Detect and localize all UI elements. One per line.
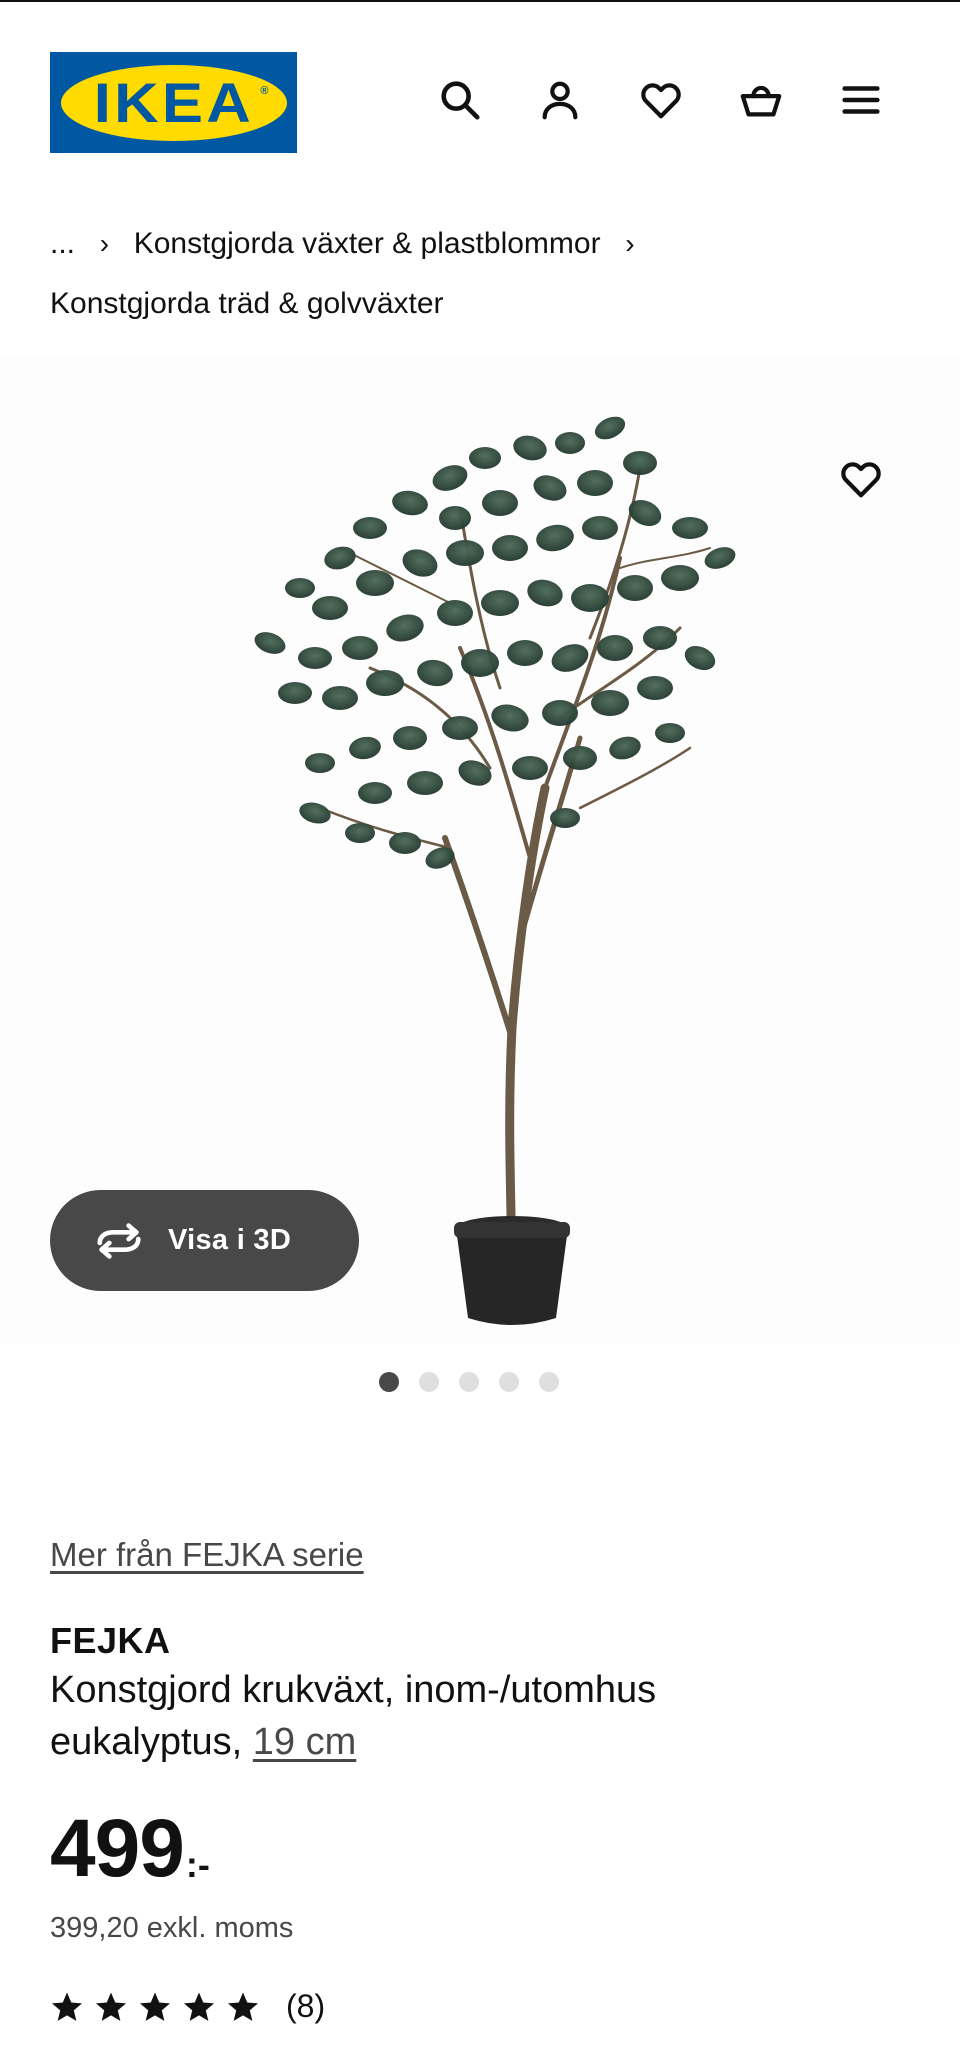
basket-button[interactable] xyxy=(733,72,789,128)
product-description-line1: Konstgjord krukväxt, inom-/utomhus xyxy=(50,1669,657,1711)
series-link[interactable]: Mer från FEJKA serie xyxy=(50,1536,364,1574)
add-to-wishlist-button[interactable] xyxy=(833,451,889,507)
product-rating[interactable]: (8) xyxy=(50,1988,325,2025)
gallery-dot[interactable] xyxy=(419,1372,439,1392)
star-icon xyxy=(95,1992,127,2021)
breadcrumb-ellipsis[interactable]: ... xyxy=(50,227,75,260)
ikea-logo[interactable]: IKEA ® xyxy=(50,52,297,153)
search-button[interactable] xyxy=(432,72,488,128)
logo-oval: IKEA ® xyxy=(60,64,287,141)
wishlist-button[interactable] xyxy=(633,72,689,128)
breadcrumb-item-artificial-plants[interactable]: Konstgjorda växter & plastblommor xyxy=(134,227,601,260)
rotate-3d-icon xyxy=(97,1222,141,1259)
logo-text: IKEA xyxy=(93,70,254,134)
price-suffix: :- xyxy=(185,1844,210,1885)
star-icon xyxy=(227,1992,259,2021)
logo-registered-mark: ® xyxy=(260,84,269,97)
rating-count: (8) xyxy=(286,1988,326,2024)
product-size-link[interactable]: 19 cm xyxy=(253,1721,356,1763)
chevron-right-icon: › xyxy=(99,228,110,259)
star-icon xyxy=(51,1992,83,2021)
gallery-pagination xyxy=(0,1372,960,1392)
heart-icon xyxy=(641,83,681,119)
chevron-right-icon: › xyxy=(625,228,635,259)
product-description: Konstgjord krukväxt, inom-/utomhus eukal… xyxy=(50,1664,910,1768)
product-description-line2: eukalyptus, xyxy=(50,1721,253,1763)
breadcrumb-item-artificial-trees[interactable]: Konstgjorda träd & golvväxter xyxy=(50,287,444,320)
star-icon xyxy=(183,1992,215,2021)
account-icon xyxy=(542,81,578,120)
heart-icon xyxy=(841,462,881,498)
breadcrumb: ... › Konstgjorda växter & plastblommor … xyxy=(50,214,910,334)
product-price: 499 :- xyxy=(50,1808,210,1890)
gallery-dot[interactable] xyxy=(499,1372,519,1392)
gallery-dot[interactable] xyxy=(379,1372,399,1392)
star-icon xyxy=(139,1992,171,2021)
view-in-3d-button[interactable]: Visa i 3D xyxy=(50,1190,359,1291)
price-excluding-vat: 399,20 exkl. moms xyxy=(50,1912,294,1944)
account-button[interactable] xyxy=(532,72,588,128)
price-integer: 499 xyxy=(50,1803,185,1894)
gallery-dot[interactable] xyxy=(539,1372,559,1392)
search-icon xyxy=(441,81,480,120)
product-image xyxy=(254,416,736,1325)
view-in-3d-label: Visa i 3D xyxy=(168,1224,292,1256)
gallery-dot[interactable] xyxy=(459,1372,479,1392)
site-header: IKEA ® xyxy=(0,2,960,198)
product-name: FEJKA xyxy=(50,1620,171,1661)
menu-icon xyxy=(842,86,880,114)
menu-button[interactable] xyxy=(833,72,889,128)
basket-icon xyxy=(740,85,782,117)
